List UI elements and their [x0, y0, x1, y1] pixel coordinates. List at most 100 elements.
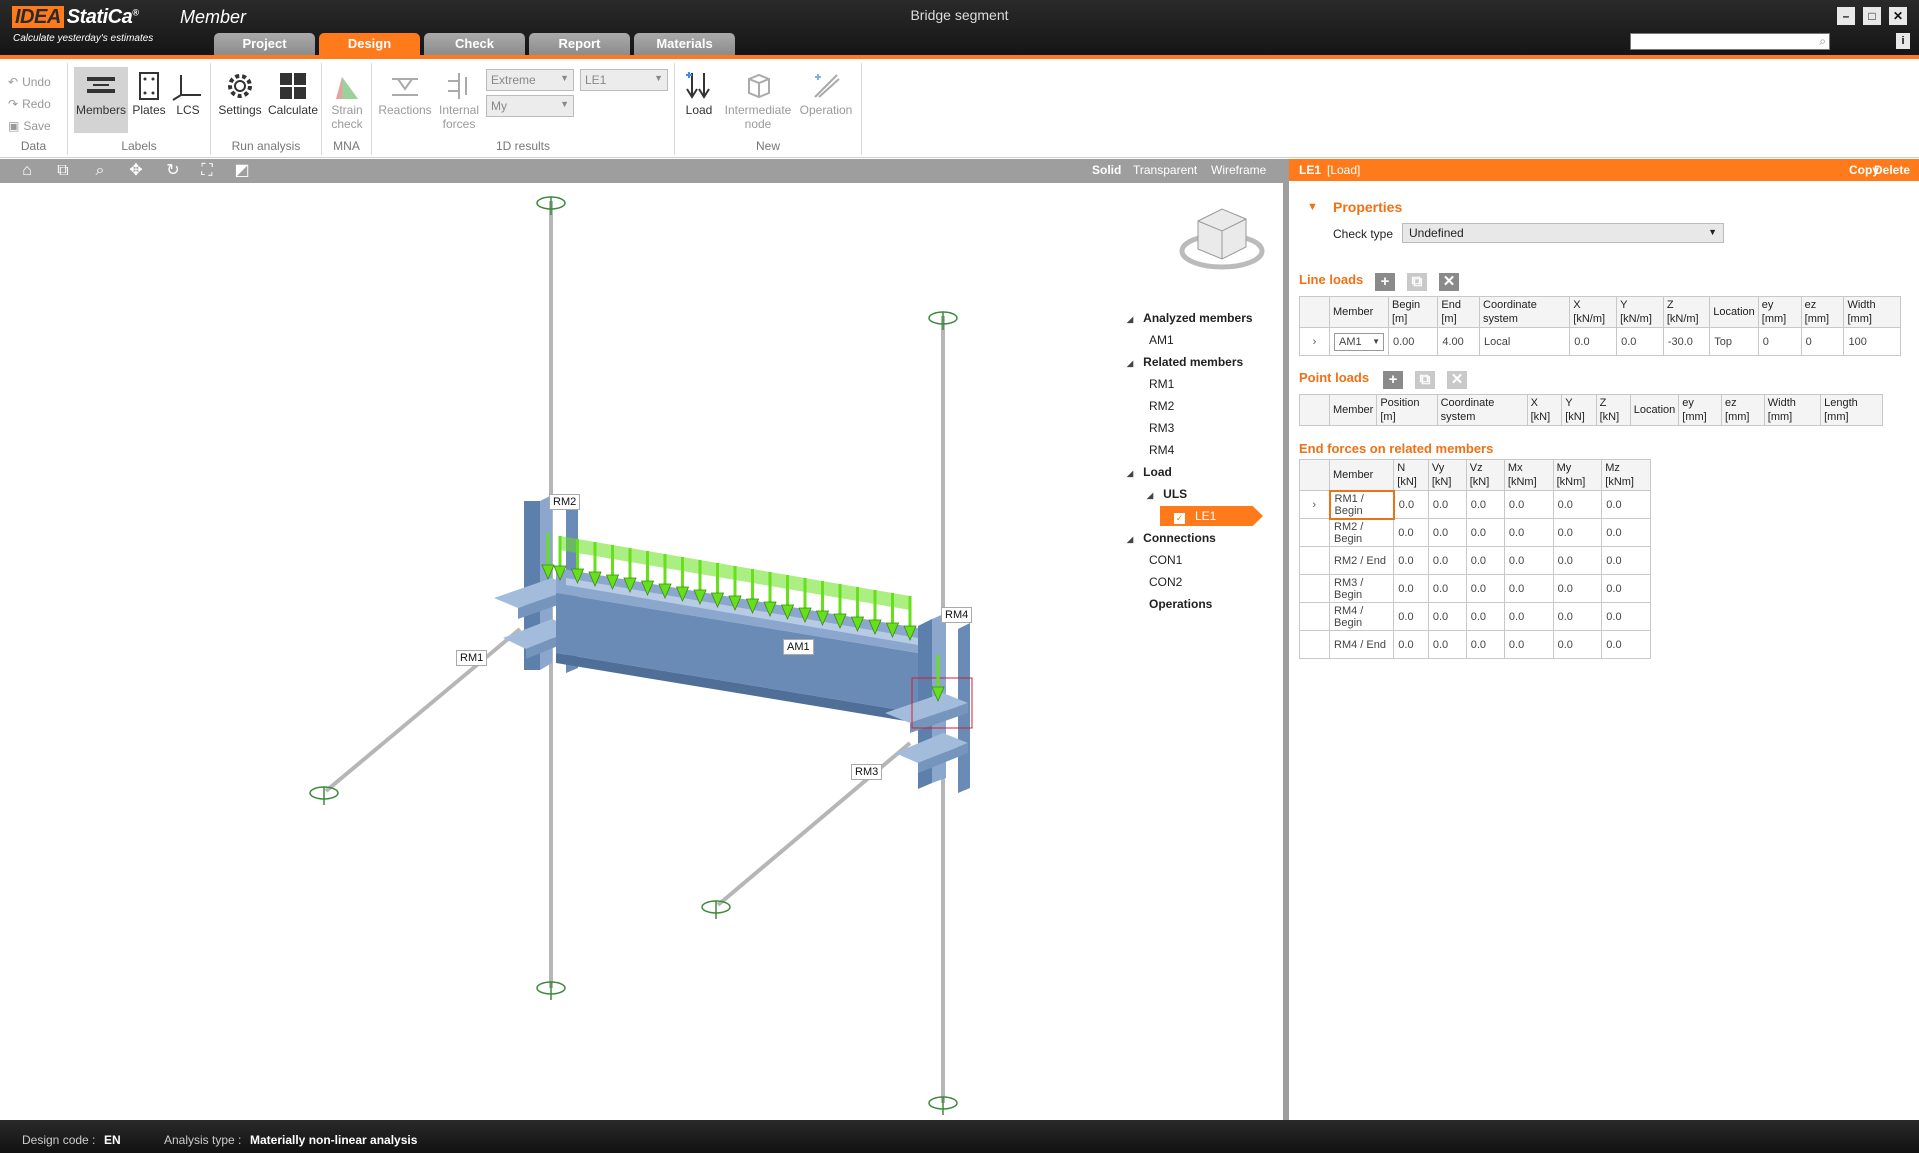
- line-load-ey[interactable]: 0: [1757, 327, 1802, 356]
- 3d-viewport[interactable]: RM2 RM4 RM1 RM3 AM1: [0, 183, 1283, 1120]
- end-force-value[interactable]: 0.0: [1427, 602, 1467, 631]
- tab-design[interactable]: Design: [319, 33, 420, 55]
- end-force-value[interactable]: 0.0: [1465, 518, 1505, 547]
- line-load-location[interactable]: Top: [1709, 327, 1759, 356]
- end-force-value[interactable]: 0.0: [1427, 518, 1467, 547]
- line-load-x[interactable]: 0.0: [1569, 327, 1618, 356]
- member-label-rm4[interactable]: RM4: [941, 607, 973, 623]
- tab-check[interactable]: Check: [424, 33, 525, 55]
- eraser-icon[interactable]: ◩: [231, 161, 253, 181]
- calculate-button[interactable]: Calculate: [267, 67, 319, 133]
- properties-toggle-icon[interactable]: ▼: [1307, 201, 1318, 213]
- rotate-icon[interactable]: ↻: [162, 161, 184, 181]
- tree-operations[interactable]: Operations: [1149, 597, 1212, 611]
- end-force-value[interactable]: 0.0: [1427, 630, 1467, 659]
- delete-button[interactable]: Delete: [1874, 159, 1910, 181]
- end-force-value[interactable]: 0.0: [1393, 518, 1429, 547]
- row-expand-cell[interactable]: [1299, 546, 1330, 575]
- zoom-icon[interactable]: ⌕: [89, 161, 111, 181]
- result-load-select[interactable]: LE1 ▼: [580, 69, 668, 91]
- intermediate-node-button[interactable]: Intermediate node: [721, 67, 795, 133]
- add-point-load-button[interactable]: +: [1383, 371, 1403, 389]
- end-force-member[interactable]: RM2 / End: [1328, 546, 1395, 575]
- table-row[interactable]: › RM1 / Begin 0.0 0.0 0.0 0.0 0.0 0.0: [1299, 489, 1651, 520]
- collapse-icon[interactable]: ◢: [1127, 359, 1133, 368]
- end-force-value[interactable]: 0.0: [1393, 546, 1429, 575]
- close-button[interactable]: ✕: [1889, 7, 1907, 25]
- members-labels-button[interactable]: Members: [74, 67, 128, 133]
- tree-item-con1[interactable]: CON1: [1149, 553, 1182, 567]
- end-force-value[interactable]: 0.0: [1503, 602, 1554, 631]
- end-force-value[interactable]: 0.0: [1503, 546, 1554, 575]
- lcs-labels-button[interactable]: LCS: [170, 67, 206, 133]
- table-row[interactable]: RM3 / Begin 0.0 0.0 0.0 0.0 0.0 0.0: [1299, 574, 1651, 603]
- end-force-value[interactable]: 0.0: [1465, 546, 1505, 575]
- end-force-value[interactable]: 0.0: [1465, 574, 1505, 603]
- row-expand-icon[interactable]: ›: [1299, 327, 1330, 356]
- checkbox-icon[interactable]: ✓: [1174, 513, 1185, 524]
- tree-item-rm3[interactable]: RM3: [1149, 421, 1174, 435]
- end-force-value[interactable]: 0.0: [1552, 630, 1603, 659]
- end-force-member[interactable]: RM4 / Begin: [1328, 602, 1395, 631]
- check-type-select[interactable]: Undefined ▼: [1402, 223, 1724, 243]
- end-force-value[interactable]: 0.0: [1427, 574, 1467, 603]
- result-component-select[interactable]: My ▼: [486, 95, 574, 117]
- tree-connections[interactable]: ◢ Connections: [1127, 531, 1216, 545]
- line-load-cs[interactable]: Local: [1479, 327, 1571, 356]
- end-force-value[interactable]: 0.0: [1552, 546, 1603, 575]
- result-extreme-select[interactable]: Extreme ▼: [486, 69, 574, 91]
- table-row[interactable]: RM2 / Begin 0.0 0.0 0.0 0.0 0.0 0.0: [1299, 518, 1651, 547]
- member-label-rm2[interactable]: RM2: [549, 494, 581, 510]
- undo-button[interactable]: ↶ Undo: [8, 75, 51, 89]
- table-row[interactable]: › AM1 ▼ 0.00 4.00 Local 0.0 0.0 -30.0 Top…: [1299, 327, 1901, 356]
- search-input[interactable]: ⌕: [1630, 33, 1830, 50]
- settings-button[interactable]: Settings: [215, 67, 265, 133]
- tab-materials[interactable]: Materials: [634, 33, 735, 55]
- end-force-value[interactable]: 0.0: [1503, 630, 1554, 659]
- end-force-member[interactable]: RM4 / End: [1328, 630, 1395, 659]
- delete-line-load-button[interactable]: ✕: [1439, 273, 1459, 291]
- end-force-value[interactable]: 0.0: [1465, 490, 1505, 519]
- end-force-value[interactable]: 0.0: [1552, 574, 1603, 603]
- line-load-begin[interactable]: 0.00: [1387, 327, 1439, 356]
- end-force-value[interactable]: 0.0: [1503, 574, 1554, 603]
- line-load-z[interactable]: -30.0: [1662, 327, 1711, 356]
- member-label-rm3[interactable]: RM3: [851, 764, 883, 780]
- member-select[interactable]: AM1 ▼: [1334, 332, 1384, 351]
- end-force-value[interactable]: 0.0: [1601, 546, 1651, 575]
- member-label-am1[interactable]: AM1: [783, 639, 814, 655]
- new-load-button[interactable]: Load: [679, 67, 719, 133]
- tree-uls[interactable]: ◢ ULS: [1147, 487, 1187, 501]
- table-row[interactable]: RM2 / End 0.0 0.0 0.0 0.0 0.0 0.0: [1299, 546, 1651, 575]
- line-load-member-cell[interactable]: AM1 ▼: [1329, 327, 1389, 356]
- end-force-value[interactable]: 0.0: [1552, 490, 1603, 519]
- collapse-icon[interactable]: ◢: [1127, 315, 1133, 324]
- row-expand-cell[interactable]: [1299, 602, 1330, 631]
- tree-analyzed-members[interactable]: ◢ Analyzed members: [1127, 311, 1253, 325]
- end-force-value[interactable]: 0.0: [1601, 630, 1651, 659]
- zoom-window-icon[interactable]: ⧉: [52, 161, 74, 181]
- end-force-value[interactable]: 0.0: [1601, 490, 1651, 519]
- end-force-value[interactable]: 0.0: [1552, 602, 1603, 631]
- new-operation-button[interactable]: Operation: [795, 67, 857, 133]
- end-force-value[interactable]: 0.0: [1601, 602, 1651, 631]
- table-row[interactable]: RM4 / End 0.0 0.0 0.0 0.0 0.0 0.0: [1299, 630, 1651, 659]
- row-expand-cell[interactable]: [1299, 518, 1330, 547]
- delete-point-load-button[interactable]: ✕: [1447, 371, 1467, 389]
- end-force-value[interactable]: 0.0: [1601, 518, 1651, 547]
- end-force-value[interactable]: 0.0: [1552, 518, 1603, 547]
- end-force-member[interactable]: RM2 / Begin: [1328, 518, 1395, 547]
- table-row[interactable]: RM4 / Begin 0.0 0.0 0.0 0.0 0.0 0.0: [1299, 602, 1651, 631]
- collapse-icon[interactable]: ◢: [1127, 469, 1133, 478]
- view-mode-solid[interactable]: Solid: [1092, 163, 1121, 177]
- end-force-value[interactable]: 0.0: [1393, 602, 1429, 631]
- end-force-member[interactable]: RM1 / Begin: [1328, 489, 1395, 520]
- member-label-rm1[interactable]: RM1: [456, 650, 488, 666]
- row-expand-icon[interactable]: ›: [1299, 490, 1330, 519]
- add-line-load-button[interactable]: +: [1375, 273, 1395, 291]
- end-force-value[interactable]: 0.0: [1503, 490, 1554, 519]
- end-force-member[interactable]: RM3 / Begin: [1328, 574, 1395, 603]
- tab-project[interactable]: Project: [214, 33, 315, 55]
- row-expand-cell[interactable]: [1299, 574, 1330, 603]
- minimize-button[interactable]: –: [1837, 7, 1855, 25]
